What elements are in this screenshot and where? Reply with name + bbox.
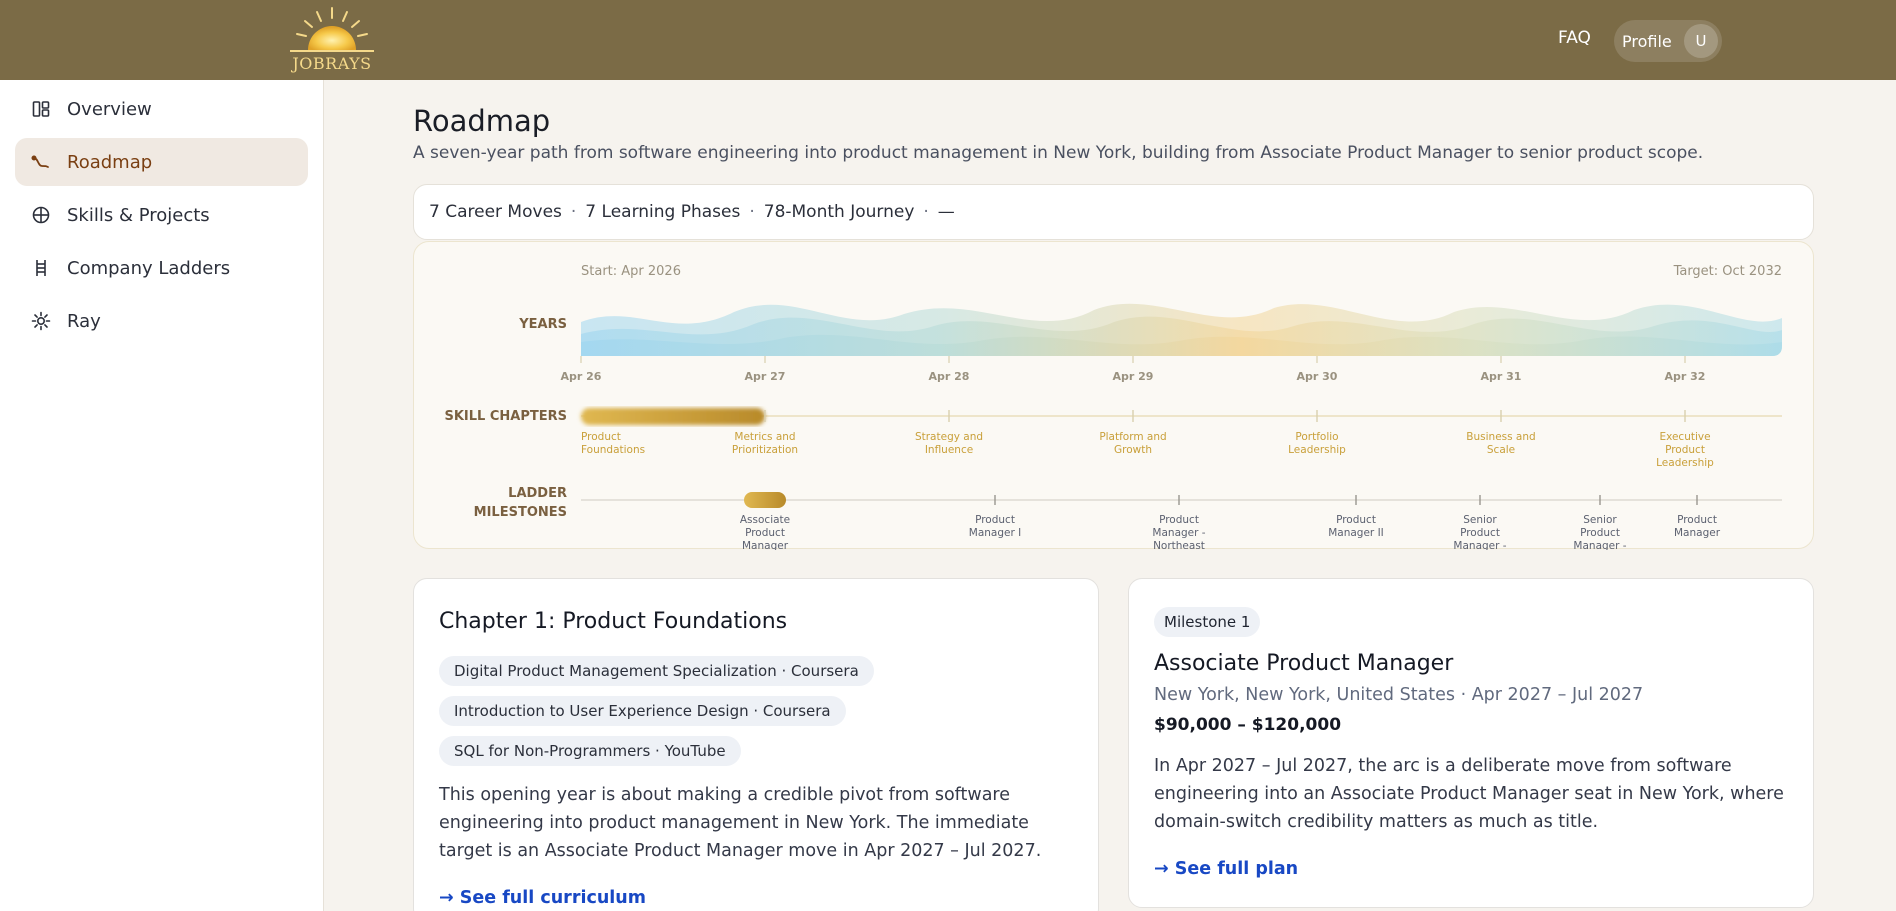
chapter-label[interactable]: Executive Product Leadership [1656, 431, 1714, 469]
timeline-target-label: Target: Oct 2032 [1673, 264, 1782, 279]
profile-label: Profile [1622, 31, 1672, 51]
see-full-plan-link[interactable]: → See full plan [1154, 859, 1298, 879]
milestone-label[interactable]: SeniorProductManager -Core Product [1446, 514, 1514, 550]
course-chip[interactable]: Digital Product Management Specializatio… [439, 656, 874, 686]
milestone-label[interactable]: SeniorProductManager -Growth orPlatform [1573, 514, 1626, 550]
stat-separator: · [749, 202, 755, 222]
sidebar: Overview Roadmap Skills & Projects Compa… [0, 80, 324, 911]
sun-logo-icon [290, 7, 374, 52]
stat-separator: · [923, 202, 929, 222]
profile-button[interactable]: Profile U [1614, 20, 1722, 62]
overview-icon [31, 99, 51, 119]
row-label-years: YEARS [518, 317, 567, 332]
top-bar: JOBRAYS FAQ Profile U [0, 0, 1896, 80]
chapter-description: This opening year is about making a cred… [439, 785, 1042, 861]
page-subtitle: A seven-year path from software engineer… [413, 143, 1704, 163]
ray-sun-icon [31, 311, 51, 331]
stats-bar: 7 Career Moves · 7 Learning Phases · 78-… [413, 184, 1814, 240]
roadmap-timeline: Start: Apr 2026 Target: Oct 2032 YEARS S… [413, 241, 1814, 550]
logo-wordmark: JOBRAYS [292, 54, 372, 73]
page-title: Roadmap [413, 104, 551, 138]
row-label-chapters: SKILL CHAPTERS [445, 409, 568, 424]
sidebar-item-label: Overview [67, 98, 152, 120]
stat-career-moves: 7 Career Moves [429, 202, 562, 222]
row-label-ladder-2: MILESTONES [474, 505, 567, 520]
avatar[interactable]: U [1684, 24, 1718, 58]
year-label: Apr 30 [1297, 370, 1338, 383]
chapter-label[interactable]: Product Foundations [581, 431, 645, 456]
sidebar-item-overview[interactable]: Overview [15, 85, 308, 133]
jobrays-logo[interactable]: JOBRAYS [284, 4, 380, 76]
chapter-card: Chapter 1: Product Foundations Digital P… [413, 578, 1099, 911]
year-label: Apr 27 [745, 370, 786, 383]
timeline-start-label: Start: Apr 2026 [581, 264, 681, 279]
chapter-label[interactable]: Platform and Growth [1099, 431, 1166, 456]
year-label: Apr 32 [1665, 370, 1706, 383]
milestone-badge: Milestone 1 [1154, 607, 1261, 637]
course-chip[interactable]: SQL for Non-Programmers · YouTube [439, 736, 741, 766]
see-full-curriculum-link[interactable]: → See full curriculum [439, 888, 646, 908]
sidebar-item-roadmap[interactable]: Roadmap [15, 138, 308, 186]
stat-learning-phases: 7 Learning Phases [585, 202, 741, 222]
sidebar-item-label: Roadmap [67, 151, 153, 173]
stat-extra: — [937, 202, 955, 222]
year-axis: Apr 26 Apr 27 Apr 28 Apr 29 Apr 30 Apr 31 Apr … [561, 356, 1706, 383]
chapter-label[interactable]: Metrics and Prioritization [732, 431, 798, 456]
milestone-location: New York, New York, United States · Apr … [1154, 685, 1644, 705]
milestone-ticks: Associate Product Manager Product Manager I P… [740, 495, 1721, 550]
year-label: Apr 31 [1481, 370, 1522, 383]
timeline-svg: Start: Apr 2026 Target: Oct 2032 YEARS S… [445, 264, 1782, 550]
roadmap-icon [31, 152, 51, 172]
sidebar-item-label: Skills & Projects [67, 204, 210, 226]
milestone-label[interactable]: Associate Product Manager [740, 514, 790, 550]
skills-icon [31, 205, 51, 225]
chapter-label[interactable]: Portfolio Leadership [1288, 431, 1346, 456]
stat-separator: · [570, 202, 577, 222]
milestone-salary: $90,000 – $120,000 [1154, 715, 1342, 735]
year-label: Apr 29 [1113, 370, 1154, 383]
stat-journey: 78-Month Journey [763, 202, 915, 222]
milestone-title: Associate Product Manager [1154, 651, 1454, 676]
milestone-label[interactable]: Product Manager [1674, 514, 1721, 539]
sidebar-item-company-ladders[interactable]: Company Ladders [15, 244, 308, 292]
year-label: Apr 28 [929, 370, 970, 383]
sidebar-item-label: Company Ladders [67, 257, 231, 279]
course-chip[interactable]: Introduction to User Experience Design ·… [439, 696, 846, 726]
milestone-label[interactable]: ProductManager -NortheastUnited StatesMa… [1143, 514, 1214, 550]
active-milestone-pill[interactable] [744, 492, 786, 508]
sidebar-item-skills-projects[interactable]: Skills & Projects [15, 191, 308, 239]
chapter-label[interactable]: Strategy and Influence [915, 431, 983, 456]
milestone-description: In Apr 2027 – Jul 2027, the arc is a del… [1154, 756, 1784, 832]
ladder-icon [31, 258, 51, 278]
faq-link[interactable]: FAQ [1558, 28, 1591, 48]
milestone-card: Milestone 1 Associate Product Manager Ne… [1128, 578, 1814, 908]
years-wave-band [581, 294, 1782, 356]
milestone-label[interactable]: Product Manager I [969, 514, 1021, 539]
row-label-ladder-1: LADDER [508, 486, 567, 501]
year-label: Apr 26 [561, 370, 602, 383]
sidebar-item-label: Ray [67, 310, 101, 332]
chapter-label[interactable]: Business and Scale [1466, 431, 1535, 456]
active-chapter-bar[interactable] [581, 408, 765, 425]
sidebar-item-ray[interactable]: Ray [15, 297, 308, 345]
chapter-title: Chapter 1: Product Foundations [439, 609, 788, 634]
milestone-label[interactable]: Product Manager II [1328, 514, 1384, 539]
